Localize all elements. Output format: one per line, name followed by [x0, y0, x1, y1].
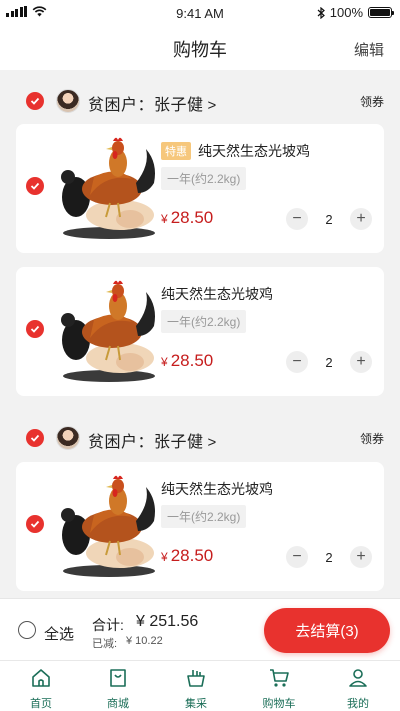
product-price: ¥28.50 — [161, 351, 213, 371]
shop-name: 贫困户：张子健 — [88, 97, 204, 114]
quantity-stepper: − 2 + — [286, 208, 372, 230]
shop-name-link[interactable]: 贫困户：张子健 > — [88, 428, 217, 452]
select-all-label[interactable]: 全选 — [44, 623, 74, 644]
item-checkbox[interactable] — [26, 177, 44, 195]
checkmark-icon — [30, 520, 40, 528]
avatar — [56, 426, 80, 450]
saved-value: ¥ 10.22 — [126, 635, 163, 647]
tab-label: 商城 — [107, 698, 129, 710]
cart-item: 特惠 纯天然生态光坡鸡 一年(约2.2kg) ¥28.50 − 2 + — [16, 124, 384, 253]
shop-header: 贫困户：张子健 > 领券 — [0, 82, 400, 122]
tab-label: 集采 — [185, 698, 207, 710]
cart-item: 纯天然生态光坡鸡 一年(约2.2kg) ¥28.50 − 2 + — [16, 267, 384, 396]
home-icon — [32, 669, 50, 687]
increase-button[interactable]: + — [350, 208, 372, 230]
tab-mine[interactable]: 我的 — [328, 667, 388, 711]
discount-tag: 特惠 — [161, 142, 191, 160]
coupon-button[interactable]: 领券 — [360, 430, 384, 447]
item-checkbox[interactable] — [26, 515, 44, 533]
shop-name: 贫困户：张子健 — [88, 434, 204, 451]
tab-home[interactable]: 首页 — [11, 667, 71, 711]
checkmark-icon — [30, 97, 40, 105]
cart-icon — [270, 669, 289, 687]
price-value: 28.50 — [170, 208, 214, 227]
product-spec[interactable]: 一年(约2.2kg) — [161, 310, 247, 333]
product-price: ¥28.50 — [161, 546, 213, 566]
tab-bar: 首页 商城 集采 购物车 我的 — [0, 660, 400, 711]
checkmark-icon — [30, 434, 40, 442]
product-image[interactable] — [54, 135, 164, 243]
saved-label: 已减: — [92, 638, 118, 650]
shop-header: 贫困户：张子健 > 领券 — [0, 419, 400, 459]
user-icon — [349, 669, 367, 687]
price-value: 28.50 — [170, 546, 214, 565]
decrease-button[interactable]: − — [286, 208, 308, 230]
total-label: 合计: — [92, 617, 124, 633]
product-name[interactable]: 纯天然生态光坡鸡 — [161, 284, 273, 304]
currency-symbol: ¥ — [161, 550, 168, 564]
shopping-bag-icon — [110, 669, 126, 687]
coupon-button[interactable]: 领券 — [360, 93, 384, 110]
quantity-value[interactable]: 2 — [308, 212, 350, 227]
decrease-button[interactable]: − — [286, 546, 308, 568]
checkout-button[interactable]: 去结算(3) — [264, 608, 390, 653]
increase-button[interactable]: + — [350, 546, 372, 568]
currency-symbol: ¥ — [161, 212, 168, 226]
tab-label: 购物车 — [262, 698, 296, 710]
shop-checkbox[interactable] — [26, 92, 44, 110]
cart-item: 纯天然生态光坡鸡 一年(约2.2kg) ¥28.50 − 2 + — [16, 462, 384, 591]
tab-cart[interactable]: 购物车 — [249, 667, 309, 711]
product-spec[interactable]: 一年(约2.2kg) — [161, 167, 247, 190]
chevron-right-icon: > — [207, 434, 217, 451]
avatar — [56, 89, 80, 113]
page-title: 购物车 — [173, 40, 227, 60]
item-checkbox[interactable] — [26, 320, 44, 338]
tab-label: 我的 — [347, 698, 369, 710]
price-value: 28.50 — [170, 351, 214, 370]
product-name[interactable]: 纯天然生态光坡鸡 — [161, 479, 273, 499]
checkout-bar: 全选 合计: ¥ 251.56 已减: ¥ 10.22 去结算(3) — [0, 598, 400, 660]
bluetooth-icon — [317, 6, 325, 19]
basket-icon — [187, 670, 205, 687]
select-all-radio[interactable] — [18, 621, 36, 639]
quantity-value[interactable]: 2 — [308, 355, 350, 370]
product-image[interactable] — [54, 278, 164, 386]
product-name[interactable]: 纯天然生态光坡鸡 — [198, 141, 310, 161]
checkmark-icon — [30, 182, 40, 190]
product-spec[interactable]: 一年(约2.2kg) — [161, 505, 247, 528]
chevron-right-icon: > — [207, 97, 217, 114]
checkmark-icon — [30, 325, 40, 333]
shop-checkbox[interactable] — [26, 429, 44, 447]
battery-percent: 100% — [329, 5, 363, 20]
quantity-value[interactable]: 2 — [308, 550, 350, 565]
edit-button[interactable]: 编辑 — [354, 39, 384, 60]
shop-name-link[interactable]: 贫困户：张子健 > — [88, 91, 217, 115]
tab-label: 首页 — [30, 698, 52, 710]
product-image[interactable] — [54, 473, 164, 581]
battery-icon — [368, 7, 394, 18]
nav-header: 购物车 编辑 — [0, 26, 400, 70]
currency-symbol: ¥ — [161, 355, 168, 369]
total-value: ¥ 251.56 — [136, 613, 199, 630]
tab-group-buy[interactable]: 集采 — [166, 667, 226, 711]
decrease-button[interactable]: − — [286, 351, 308, 373]
tab-mall[interactable]: 商城 — [88, 667, 148, 711]
status-bar: 9:41 AM 100% — [0, 0, 400, 26]
product-price: ¥28.50 — [161, 208, 213, 228]
increase-button[interactable]: + — [350, 351, 372, 373]
quantity-stepper: − 2 + — [286, 351, 372, 373]
quantity-stepper: − 2 + — [286, 546, 372, 568]
